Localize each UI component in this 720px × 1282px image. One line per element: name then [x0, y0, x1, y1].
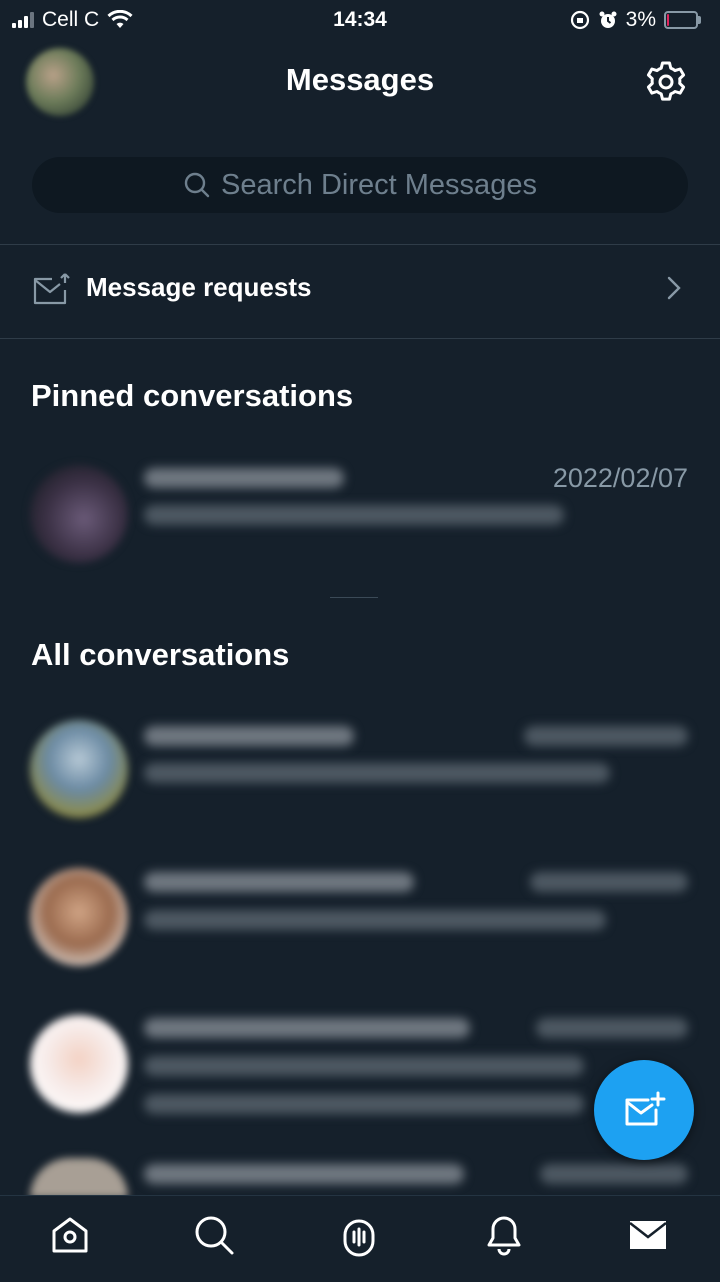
- avatar: [30, 720, 128, 818]
- search-icon[interactable]: [192, 1213, 236, 1257]
- divider: [0, 338, 720, 339]
- divider: [330, 597, 378, 598]
- date-blurred: [536, 1018, 688, 1038]
- battery-icon: [664, 11, 701, 29]
- search-input[interactable]: Search Direct Messages: [32, 157, 688, 213]
- contact-name-blurred: [144, 468, 344, 488]
- search-icon: [184, 172, 210, 198]
- date-blurred: [530, 872, 688, 892]
- alarm-icon: [599, 11, 617, 28]
- mail-icon[interactable]: [626, 1213, 670, 1257]
- contact-name-blurred: [144, 1018, 470, 1038]
- contact-name-blurred: [144, 1164, 464, 1184]
- message-preview-blurred: [144, 1094, 584, 1114]
- microphone-icon[interactable]: [337, 1213, 381, 1257]
- avatar: [30, 465, 128, 563]
- compose-mail-icon: [625, 1091, 666, 1126]
- pinned-heading: Pinned conversations: [31, 378, 354, 413]
- status-bar: Cell C 14:34 3%: [0, 0, 720, 40]
- message-requests-label: Message requests: [86, 272, 312, 302]
- search-placeholder: Search Direct Messages: [221, 168, 537, 201]
- message-preview-blurred: [144, 910, 606, 930]
- message-preview-blurred: [144, 763, 610, 783]
- home-icon[interactable]: [48, 1213, 92, 1257]
- avatar: [30, 1015, 128, 1113]
- date-blurred: [540, 1164, 688, 1184]
- chevron-right-icon: [667, 276, 681, 300]
- divider: [0, 244, 720, 245]
- avatar: [30, 1158, 128, 1198]
- message-preview-blurred: [144, 1056, 584, 1076]
- conversation-date: 2022/02/07: [552, 463, 688, 493]
- bell-icon[interactable]: [482, 1213, 526, 1257]
- message-request-icon: [33, 273, 70, 305]
- avatar: [30, 868, 128, 966]
- message-preview-blurred: [144, 505, 564, 525]
- rotation-lock-icon: [570, 10, 589, 30]
- gear-icon[interactable]: [642, 58, 690, 106]
- battery-percent: 3%: [625, 8, 656, 31]
- all-conversations-heading: All conversations: [31, 637, 290, 672]
- contact-name-blurred: [144, 726, 354, 746]
- page-title: Messages: [285, 62, 435, 97]
- new-message-button[interactable]: [594, 1060, 694, 1160]
- date-blurred: [524, 726, 688, 746]
- contact-name-blurred: [144, 872, 414, 892]
